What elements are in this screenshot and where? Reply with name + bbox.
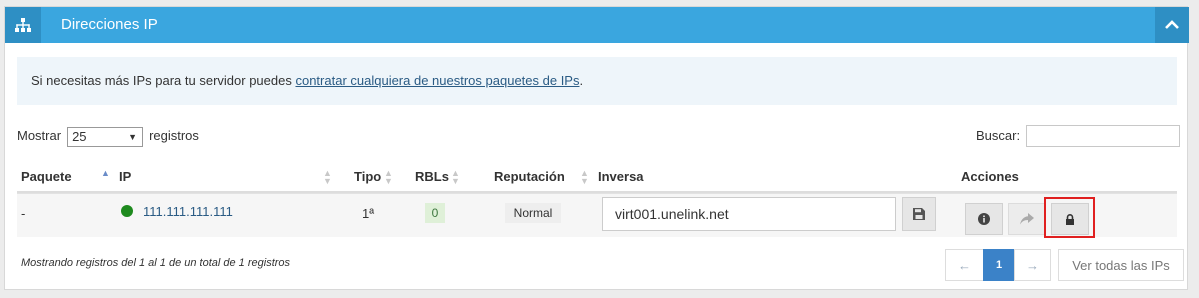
- reputation-badge: Normal: [505, 203, 561, 223]
- info-notice: Si necesitas más IPs para tu servidor pu…: [17, 57, 1177, 105]
- table-info: Mostrando registros del 1 al 1 de un tot…: [21, 257, 291, 269]
- status-dot-icon: [121, 205, 133, 217]
- header-tipo[interactable]: Tipo: [354, 167, 381, 187]
- sort-asc-icon: ▲: [101, 168, 110, 178]
- page-length-value: 25: [72, 128, 87, 144]
- header-reputacion[interactable]: Reputación: [494, 167, 565, 187]
- info-button[interactable]: [965, 203, 1003, 235]
- cell-ip: 111.111.111.111: [121, 203, 233, 221]
- search-input[interactable]: [1026, 125, 1180, 147]
- next-page-button[interactable]: →: [1014, 249, 1051, 281]
- sort-icon: ▲ ▼: [451, 168, 460, 186]
- prev-page-button[interactable]: ←: [945, 249, 984, 281]
- sort-icon: ▲ ▼: [580, 168, 589, 186]
- header-paquete[interactable]: Paquete: [21, 167, 72, 187]
- info-icon: [978, 213, 990, 225]
- notice-text: Si necesitas más IPs para tu servidor pu…: [31, 73, 296, 88]
- network-icon: [5, 7, 41, 43]
- cell-tipo: 1ª: [362, 206, 375, 221]
- search-control: Buscar:: [976, 125, 1180, 147]
- page-length-select[interactable]: 25 ▼: [67, 126, 144, 147]
- panel-title: Direcciones IP: [61, 16, 158, 33]
- forward-button[interactable]: [1008, 203, 1046, 235]
- view-all-ips-button[interactable]: Ver todas las IPs: [1058, 249, 1184, 281]
- collapse-toggle[interactable]: [1155, 7, 1189, 43]
- cell-paquete: -: [21, 206, 26, 221]
- floppy-disk-icon: [913, 208, 925, 220]
- save-reverse-button[interactable]: [902, 197, 936, 231]
- length-control: Mostrar 25 ▼ registros: [17, 125, 199, 147]
- ip-addresses-panel: Direcciones IP Si necesitas más IPs para…: [4, 6, 1189, 290]
- sort-icon: ▲ ▼: [323, 168, 332, 186]
- header-inversa[interactable]: Inversa: [598, 167, 644, 187]
- panel-header: Direcciones IP: [5, 7, 1189, 43]
- reverse-dns-input[interactable]: virt001.unelink.net: [602, 197, 896, 231]
- share-arrow-icon: [1020, 213, 1034, 225]
- ip-packages-link[interactable]: contratar cualquiera de nuestros paquete…: [295, 73, 579, 88]
- header-rbls[interactable]: RBLs: [415, 167, 449, 187]
- page-1-button[interactable]: 1: [983, 249, 1015, 281]
- chevron-up-icon: [1165, 20, 1179, 29]
- length-suffix: registros: [149, 128, 199, 143]
- header-acciones: Acciones: [961, 169, 1019, 184]
- sort-icon: ▲ ▼: [384, 168, 393, 186]
- notice-text-end: .: [579, 73, 584, 88]
- rbls-badge: 0: [425, 203, 445, 223]
- search-label: Buscar:: [976, 128, 1021, 143]
- dropdown-arrow-icon: ▼: [128, 131, 138, 142]
- ip-link[interactable]: 111.111.111.111: [143, 204, 233, 219]
- length-prefix: Mostrar: [17, 128, 62, 143]
- highlight-box: [1044, 197, 1095, 238]
- header-ip[interactable]: IP: [119, 167, 131, 187]
